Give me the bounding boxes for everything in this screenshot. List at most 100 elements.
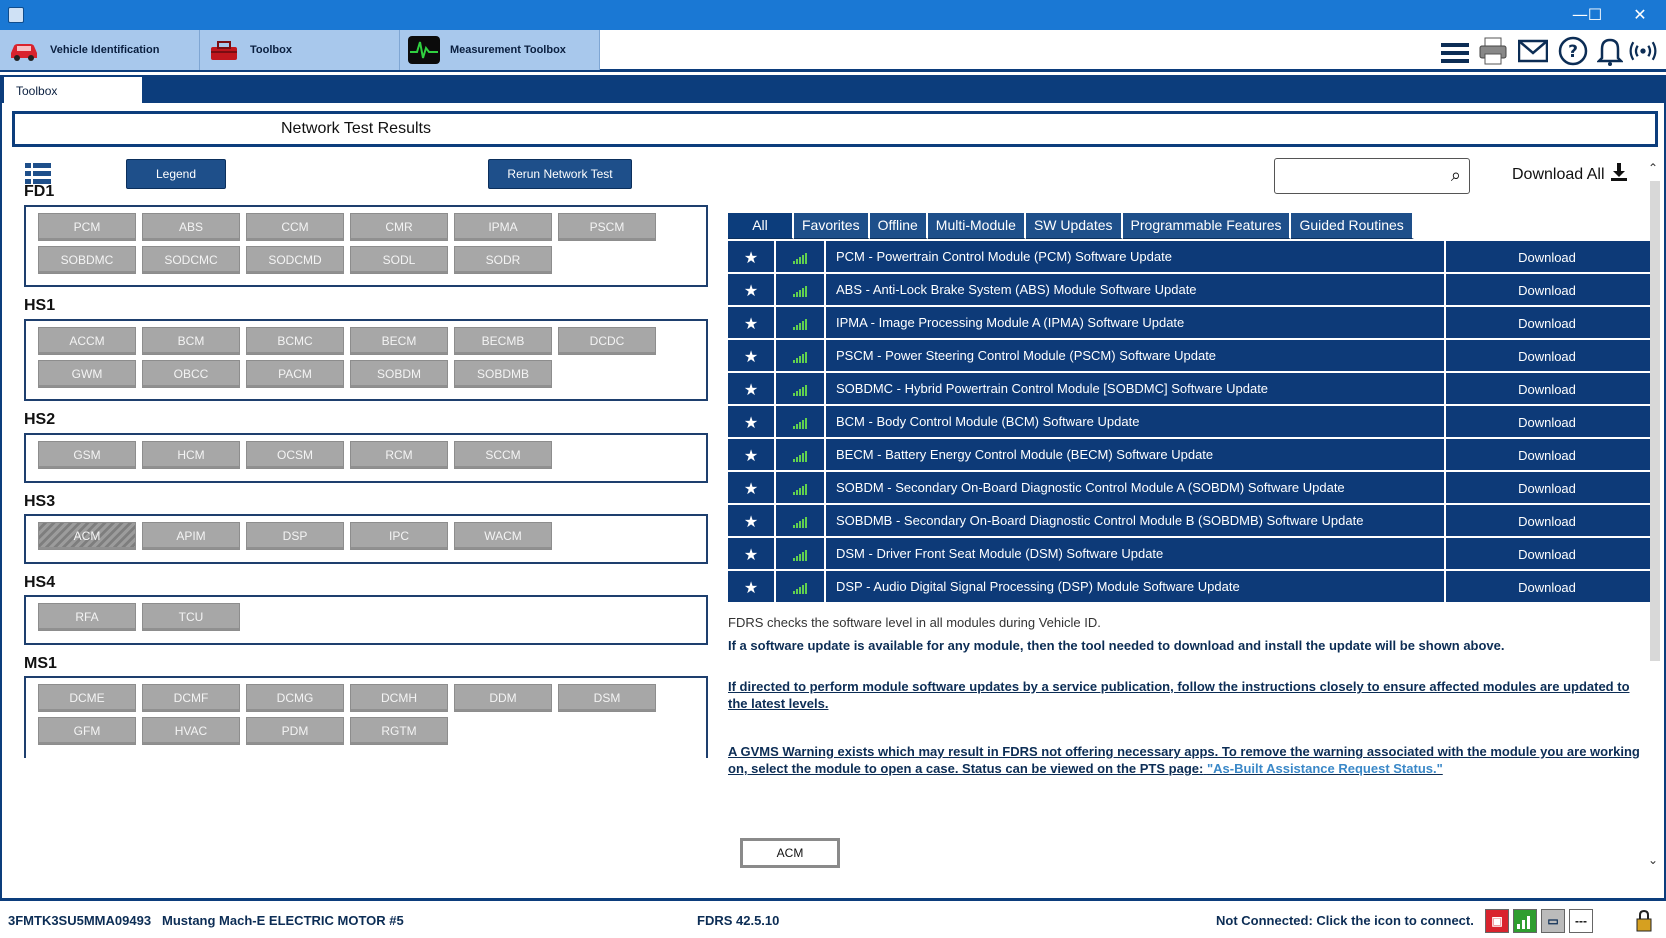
download-button[interactable]: Download [1446,505,1648,538]
module-button[interactable]: PSCM [558,213,656,241]
update-title[interactable]: BECM - Battery Energy Control Module (BE… [826,439,1446,472]
update-title[interactable]: SOBDM - Secondary On-Board Diagnostic Co… [826,472,1446,505]
module-button[interactable]: DSM [558,684,656,712]
module-button[interactable]: DSP [246,522,344,550]
acm-case-button[interactable]: ACM [740,838,840,868]
help-icon[interactable]: ? [1558,36,1588,66]
module-button[interactable]: SODCMD [246,246,344,274]
update-row[interactable]: ★ DSM - Driver Front Seat Module (DSM) So… [728,538,1650,571]
favorite-star-icon[interactable]: ★ [728,241,776,274]
update-title[interactable]: SOBDMC - Hybrid Powertrain Control Modul… [826,373,1446,406]
filter-tab-all[interactable]: All [728,213,794,239]
module-button[interactable]: CCM [246,213,344,241]
module-button[interactable]: ABS [142,213,240,241]
download-button[interactable]: Download [1446,439,1648,472]
download-button[interactable]: Download [1446,274,1648,307]
printer-icon[interactable] [1478,36,1508,66]
module-button[interactable]: CMR [350,213,448,241]
scroll-down-icon[interactable]: ⌄ [1648,853,1658,867]
update-row[interactable]: ★ SOBDM - Secondary On-Board Diagnostic C… [728,472,1650,505]
vci-icon[interactable]: ▣ [1485,909,1509,933]
module-button[interactable]: DCME [38,684,136,712]
legend-button[interactable]: Legend [126,159,226,189]
favorite-star-icon[interactable]: ★ [728,274,776,307]
list-view-icon[interactable] [25,163,51,185]
module-button[interactable]: IPC [350,522,448,550]
update-title[interactable]: DSM - Driver Front Seat Module (DSM) Sof… [826,538,1446,571]
favorite-star-icon[interactable]: ★ [728,439,776,472]
module-button[interactable]: ACCM [38,327,136,355]
gvms-warning-link[interactable]: A GVMS Warning exists which may result i… [728,743,1648,777]
module-button[interactable]: SOBDMC [38,246,136,274]
menu-icon[interactable] [1440,38,1470,68]
favorite-star-icon[interactable]: ★ [728,505,776,538]
tab-vehicle-identification[interactable]: Vehicle Identification [0,30,200,70]
download-button[interactable]: Download [1446,241,1648,274]
module-button[interactable]: WACM [454,522,552,550]
update-row[interactable]: ★ DSP - Audio Digital Signal Processing (… [728,571,1650,604]
download-button[interactable]: Download [1446,406,1648,439]
module-button[interactable]: PCM [38,213,136,241]
module-button[interactable]: IPMA [454,213,552,241]
signal-status-icon[interactable] [1513,909,1537,933]
module-button[interactable]: OBCC [142,360,240,388]
download-button[interactable]: Download [1446,340,1648,373]
download-button[interactable]: Download [1446,307,1648,340]
module-button[interactable]: BECMB [454,327,552,355]
tab-toolbox[interactable]: Toolbox [200,30,400,70]
module-button[interactable]: DCMH [350,684,448,712]
update-row[interactable]: ★ ABS - Anti-Lock Brake System (ABS) Modu… [728,274,1650,307]
scroll-up-icon[interactable]: ⌃ [1648,161,1658,175]
update-title[interactable]: IPMA - Image Processing Module A (IPMA) … [826,307,1446,340]
module-button[interactable]: BCMC [246,327,344,355]
favorite-star-icon[interactable]: ★ [728,340,776,373]
favorite-star-icon[interactable]: ★ [728,406,776,439]
download-button[interactable]: Download [1446,538,1648,571]
module-button[interactable]: SODR [454,246,552,274]
tab-measurement-toolbox[interactable]: Measurement Toolbox [400,30,600,70]
favorite-star-icon[interactable]: ★ [728,307,776,340]
update-row[interactable]: ★ PCM - Powertrain Control Module (PCM) S… [728,241,1650,274]
module-button[interactable]: RCM [350,441,448,469]
download-button[interactable]: Download [1446,373,1648,406]
module-button[interactable]: GSM [38,441,136,469]
filter-tab-favorites[interactable]: Favorites [794,213,870,239]
update-title[interactable]: PSCM - Power Steering Control Module (PS… [826,340,1446,373]
battery-icon[interactable]: ▭ [1541,909,1565,933]
filter-tab-multi-module[interactable]: Multi-Module [927,213,1026,239]
favorite-star-icon[interactable]: ★ [728,538,776,571]
module-button[interactable]: SODCMC [142,246,240,274]
module-button[interactable]: BECM [350,327,448,355]
scrollbar[interactable] [1650,181,1660,661]
update-row[interactable]: ★ BECM - Battery Energy Control Module (B… [728,439,1650,472]
search-input[interactable]: ⌕ [1274,158,1470,194]
update-row[interactable]: ★ BCM - Body Control Module (BCM) Softwar… [728,406,1650,439]
update-title[interactable]: BCM - Body Control Module (BCM) Software… [826,406,1446,439]
module-button[interactable]: ACM [38,522,136,550]
module-button[interactable]: GFM [38,717,136,745]
favorite-star-icon[interactable]: ★ [728,571,776,604]
download-button[interactable]: Download [1446,571,1648,604]
service-publication-link[interactable]: If directed to perform module software u… [728,678,1638,712]
search-icon[interactable]: ⌕ [1451,165,1461,186]
maximize-button[interactable]: ☐ [1575,4,1615,26]
module-button[interactable]: SCCM [454,441,552,469]
update-row[interactable]: ★ IPMA - Image Processing Module A (IPMA)… [728,307,1650,340]
filter-tab-sw-updates[interactable]: SW Updates [1025,213,1123,239]
module-button[interactable]: HCM [142,441,240,469]
module-button[interactable]: APIM [142,522,240,550]
close-button[interactable]: ✕ [1620,4,1660,26]
module-button[interactable]: RFA [38,603,136,631]
module-button[interactable]: PACM [246,360,344,388]
download-all-button[interactable]: Download All [1512,163,1627,186]
filter-tab-offline[interactable]: Offline [869,213,928,239]
module-button[interactable]: HVAC [142,717,240,745]
update-row[interactable]: ★ PSCM - Power Steering Control Module (P… [728,340,1650,373]
module-button[interactable]: DCMG [246,684,344,712]
mail-icon[interactable] [1518,36,1548,66]
dash-icon[interactable]: --- [1569,909,1593,933]
bell-icon[interactable] [1595,36,1625,66]
wireless-icon[interactable] [1628,36,1658,66]
filter-tab-programmable-features[interactable]: Programmable Features [1122,213,1292,239]
lock-icon[interactable] [1632,909,1656,933]
